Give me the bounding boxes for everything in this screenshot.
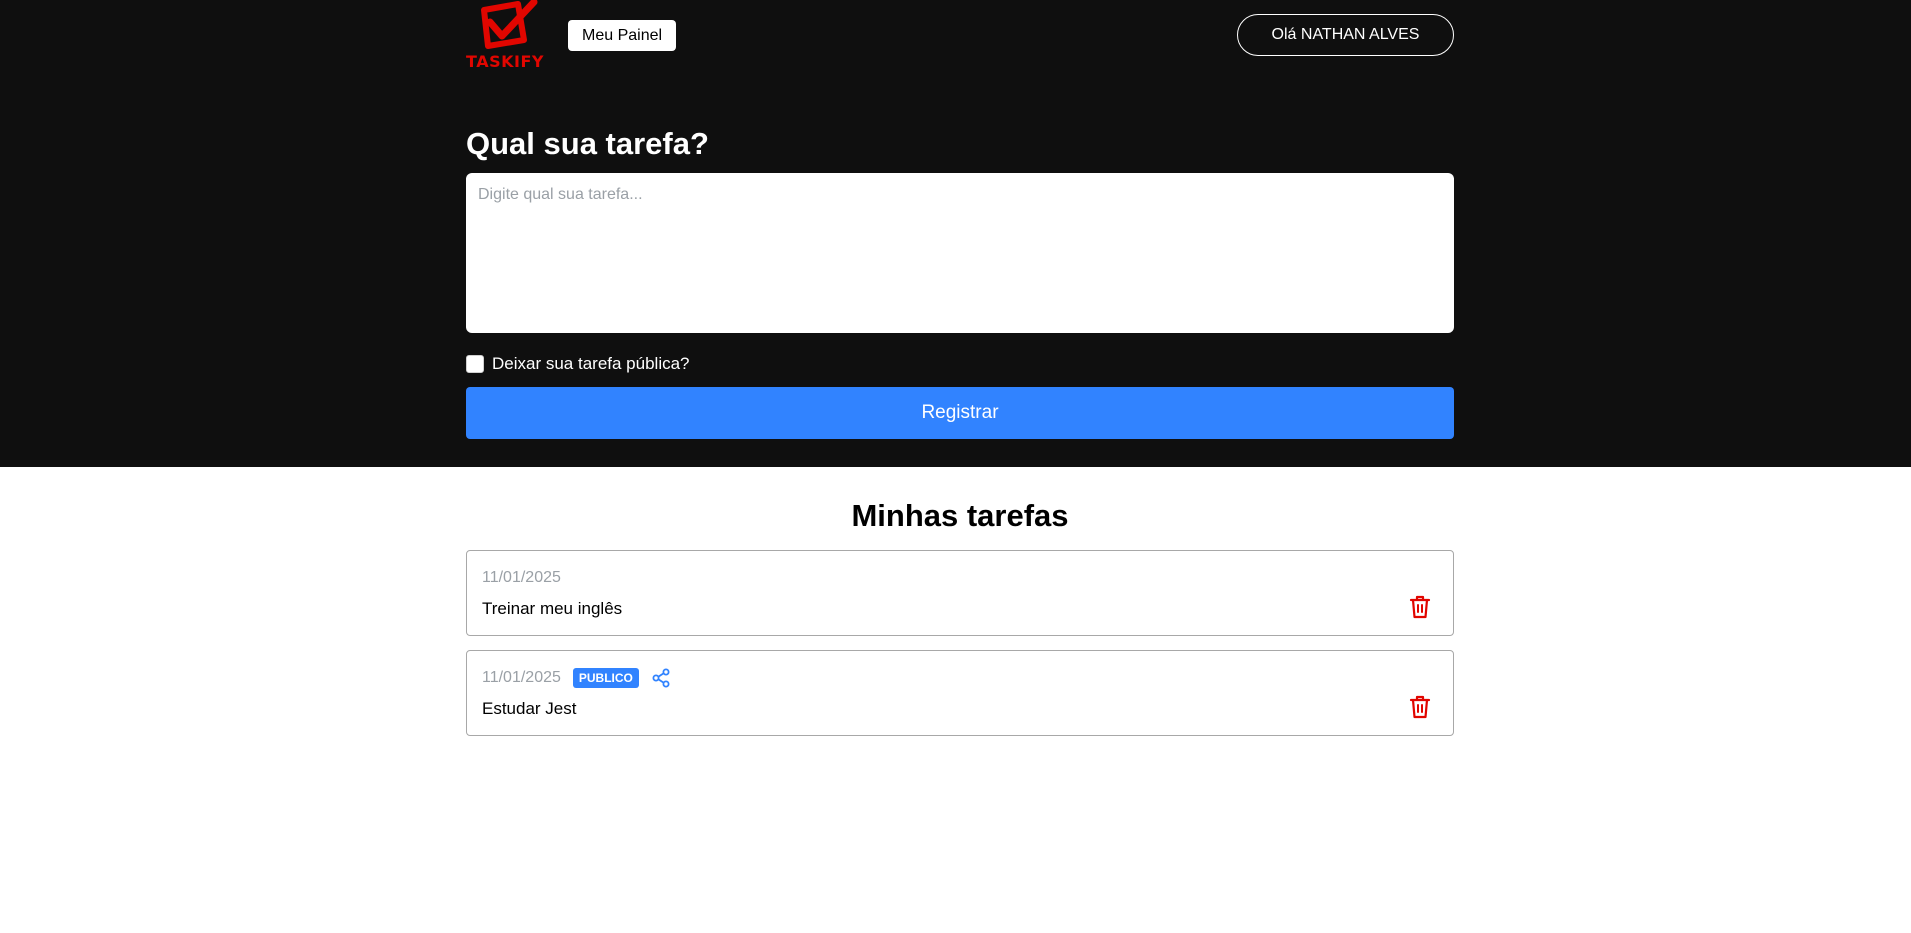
- task-input[interactable]: [466, 173, 1454, 333]
- logo[interactable]: TASKIFY: [466, 0, 544, 72]
- public-checkbox[interactable]: [466, 355, 484, 373]
- checkbox-check-icon: [481, 0, 538, 49]
- trash-icon[interactable]: [1409, 695, 1431, 719]
- form-title: Qual sua tarefa?: [466, 126, 709, 161]
- task-card: 11/01/2025 PUBLICO Estudar Jest: [466, 650, 1454, 736]
- trash-icon[interactable]: [1409, 595, 1431, 619]
- top-section: TASKIFY Meu Painel Olá NATHAN ALVES Qual…: [0, 0, 1911, 467]
- register-button[interactable]: Registrar: [466, 387, 1454, 439]
- user-greeting-button[interactable]: Olá NATHAN ALVES: [1237, 14, 1454, 56]
- task-date: 11/01/2025: [482, 669, 561, 686]
- public-badge: PUBLICO: [572, 668, 639, 688]
- meu-painel-button[interactable]: Meu Painel: [568, 20, 677, 51]
- task-date: 11/01/2025: [482, 569, 561, 586]
- tasks-title: Minhas tarefas: [851, 498, 1069, 533]
- header: TASKIFY Meu Painel Olá NATHAN ALVES: [466, 0, 1454, 72]
- public-toggle-row[interactable]: Deixar sua tarefa pública?: [466, 354, 690, 374]
- share-icon[interactable]: [651, 668, 671, 688]
- task-text: Estudar Jest: [482, 699, 577, 718]
- logo-text: TASKIFY: [466, 52, 544, 71]
- public-label: Deixar sua tarefa pública?: [492, 354, 690, 373]
- task-card: 11/01/2025 Treinar meu inglês: [466, 550, 1454, 636]
- task-meta: 11/01/2025 PUBLICO: [482, 667, 671, 689]
- task-meta: 11/01/2025: [482, 567, 561, 589]
- task-text: Treinar meu inglês: [482, 599, 623, 618]
- top-container: TASKIFY Meu Painel Olá NATHAN ALVES Qual…: [466, 0, 1454, 439]
